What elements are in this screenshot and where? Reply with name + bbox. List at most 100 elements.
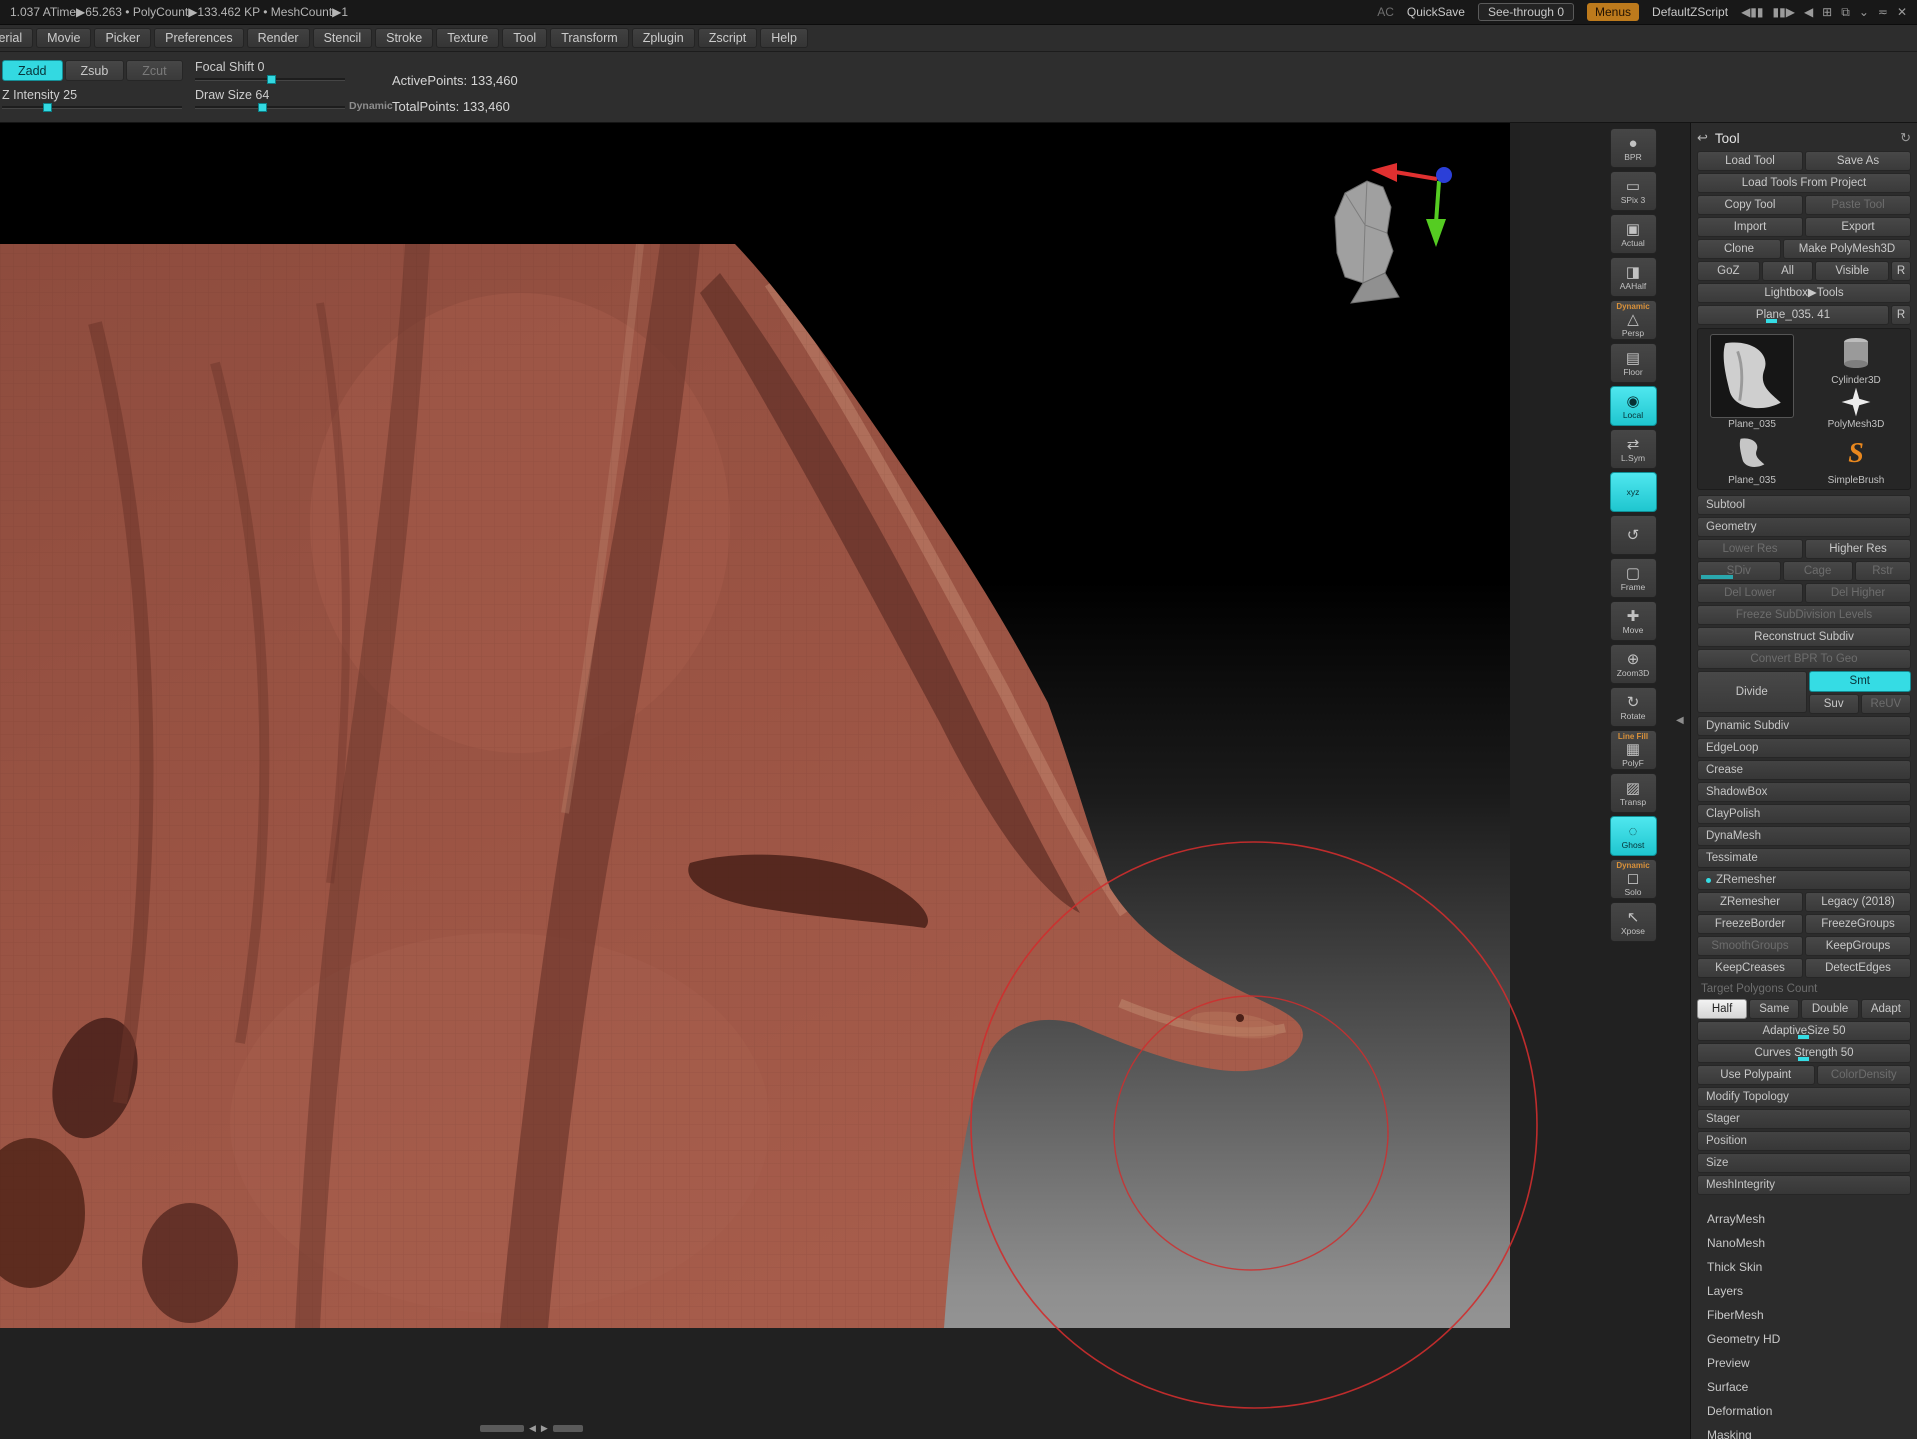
clone-button[interactable]: Clone — [1697, 239, 1781, 259]
convert-bpr-button[interactable]: Convert BPR To Geo — [1697, 649, 1911, 669]
goz-button[interactable]: GoZ — [1697, 261, 1760, 281]
active-tool-image[interactable] — [1710, 334, 1794, 418]
draw-size-slider[interactable]: Draw Size 64 — [195, 88, 345, 109]
focal-shift-track[interactable] — [195, 78, 345, 81]
sdiv-slider[interactable]: SDiv — [1697, 561, 1781, 581]
shelf-button[interactable]: Dynamic ◻ Solo — [1610, 859, 1657, 899]
export-button[interactable]: Export — [1805, 217, 1911, 237]
shelf-button[interactable]: ↖ Xpose — [1610, 902, 1657, 942]
shelf-button[interactable]: Dynamic △ Persp — [1610, 300, 1657, 340]
geometry-subsection[interactable]: Stager — [1697, 1109, 1911, 1129]
paste-tool-button[interactable]: Paste Tool — [1805, 195, 1911, 215]
menus-toggle[interactable]: Menus — [1587, 3, 1639, 21]
subtool-section[interactable]: Subtool — [1697, 495, 1911, 515]
menu-item[interactable]: Stencil — [313, 28, 373, 48]
make-polymesh3d-button[interactable]: Make PolyMesh3D — [1783, 239, 1911, 259]
geometry-subsection[interactable]: Crease — [1697, 760, 1911, 780]
load-tools-from-project-button[interactable]: Load Tools From Project — [1697, 173, 1911, 193]
shelf-button[interactable]: ↻ Rotate — [1610, 687, 1657, 727]
titlebar-icon[interactable]: ◀▮▮ — [1741, 2, 1763, 22]
panel-refresh-icon[interactable]: ↻ — [1900, 130, 1911, 146]
smoothgroups-button[interactable]: SmoothGroups — [1697, 936, 1803, 956]
geometry-subsection[interactable]: ClayPolish — [1697, 804, 1911, 824]
shelf-button[interactable]: xyz — [1610, 472, 1657, 512]
geometry-subsection[interactable]: ShadowBox — [1697, 782, 1911, 802]
geometry-subsection[interactable]: Position — [1697, 1131, 1911, 1151]
lightbox-tools-button[interactable]: Lightbox▶Tools — [1697, 283, 1911, 303]
half-toggle[interactable]: Half — [1697, 999, 1747, 1019]
default-zscript-button[interactable]: DefaultZScript — [1652, 5, 1728, 19]
same-toggle[interactable]: Same — [1749, 999, 1799, 1019]
freeze-subdivision-button[interactable]: Freeze SubDivision Levels — [1697, 605, 1911, 625]
adaptive-size-slider[interactable]: AdaptiveSize 50 — [1697, 1021, 1911, 1041]
polymesh3d-thumb[interactable]: PolyMesh3D — [1828, 386, 1885, 430]
tool-index-knob[interactable] — [1766, 319, 1777, 323]
shelf-button[interactable]: ▨ Transp — [1610, 773, 1657, 813]
palette-section[interactable]: Thick Skin — [1697, 1257, 1911, 1277]
shelf-button[interactable]: ▤ Floor — [1610, 343, 1657, 383]
shelf-button[interactable]: ● BPR — [1610, 128, 1657, 168]
palette-section[interactable]: Geometry HD — [1697, 1329, 1911, 1349]
titlebar-icon[interactable]: ≂ — [1878, 2, 1888, 22]
shelf-button[interactable]: ▢ Frame — [1610, 558, 1657, 598]
load-tool-button[interactable]: Load Tool — [1697, 151, 1803, 171]
import-button[interactable]: Import — [1697, 217, 1803, 237]
freezegroups-button[interactable]: FreezeGroups — [1805, 914, 1911, 934]
titlebar-icon[interactable]: ⊞ — [1822, 2, 1832, 22]
shelf-button[interactable]: Line Fill ▦ PolyF — [1610, 730, 1657, 770]
menu-item[interactable]: Transform — [550, 28, 629, 48]
shelf-button[interactable]: ▭ SPix 3 — [1610, 171, 1657, 211]
palette-section[interactable]: Masking — [1697, 1425, 1911, 1439]
menu-item[interactable]: Stroke — [375, 28, 433, 48]
hscroll-thumb-left[interactable] — [480, 1425, 524, 1432]
panel-collapse-handle[interactable]: ◀ — [1676, 715, 1684, 726]
gizmo-x-axis[interactable] — [1395, 172, 1437, 179]
shelf-button[interactable]: ◨ AAHalf — [1610, 257, 1657, 297]
quicksave-button[interactable]: QuickSave — [1407, 5, 1465, 19]
menu-item[interactable]: terial — [0, 28, 33, 48]
geometry-subsection[interactable]: Tessimate — [1697, 848, 1911, 868]
z-intensity-slider[interactable]: Z Intensity 25 — [2, 88, 182, 109]
hscroll-arrow-left[interactable]: ◀ — [529, 1423, 536, 1434]
palette-section[interactable]: ArrayMesh — [1697, 1209, 1911, 1229]
curves-strength-knob[interactable] — [1798, 1057, 1809, 1061]
tool-index-slider[interactable]: Plane_035. 41 — [1697, 305, 1889, 325]
goz-r-button[interactable]: R — [1891, 261, 1911, 281]
shelf-button[interactable]: ⊕ Zoom3D — [1610, 644, 1657, 684]
palette-section[interactable]: FiberMesh — [1697, 1305, 1911, 1325]
titlebar-icon[interactable]: ✕ — [1897, 2, 1907, 22]
lower-res-button[interactable]: Lower Res — [1697, 539, 1803, 559]
palette-section[interactable]: NanoMesh — [1697, 1233, 1911, 1253]
canvas-hscrollbar[interactable]: ◀ ▶ — [480, 1423, 583, 1434]
freezeborder-button[interactable]: FreezeBorder — [1697, 914, 1803, 934]
sculpt-mesh[interactable] — [0, 123, 1510, 1328]
titlebar-icon[interactable]: ◀ — [1804, 2, 1813, 22]
cylinder3d-thumb[interactable]: Cylinder3D — [1831, 334, 1880, 386]
zcut-button[interactable]: Zcut — [126, 60, 182, 81]
higher-res-button[interactable]: Higher Res — [1805, 539, 1911, 559]
colordensity-button[interactable]: ColorDensity — [1817, 1065, 1911, 1085]
shelf-button[interactable]: ↺ — [1610, 515, 1657, 555]
panel-back-icon[interactable]: ↩ — [1697, 130, 1708, 146]
palette-section[interactable]: Deformation — [1697, 1401, 1911, 1421]
menu-item[interactable]: Zscript — [698, 28, 758, 48]
curves-strength-slider[interactable]: Curves Strength 50 — [1697, 1043, 1911, 1063]
menu-item[interactable]: Render — [247, 28, 310, 48]
menu-item[interactable]: Movie — [36, 28, 91, 48]
goz-all-button[interactable]: All — [1762, 261, 1814, 281]
titlebar-icon[interactable]: ▮▮▶ — [1773, 2, 1795, 22]
geometry-subsection[interactable]: MeshIntegrity — [1697, 1175, 1911, 1195]
gizmo-y-axis[interactable] — [1436, 181, 1439, 223]
use-polypaint-toggle[interactable]: Use Polypaint — [1697, 1065, 1815, 1085]
menu-item[interactable]: Zplugin — [632, 28, 695, 48]
suv-toggle[interactable]: Suv — [1809, 694, 1859, 714]
reconstruct-subdiv-button[interactable]: Reconstruct Subdiv — [1697, 627, 1911, 647]
shelf-button[interactable]: ✚ Move — [1610, 601, 1657, 641]
geometry-subsection[interactable]: EdgeLoop — [1697, 738, 1911, 758]
smt-toggle[interactable]: Smt — [1809, 671, 1911, 692]
palette-section[interactable]: Preview — [1697, 1353, 1911, 1373]
zremesher-button[interactable]: ZRemesher — [1697, 892, 1803, 912]
draw-size-track[interactable] — [195, 106, 345, 109]
shelf-button[interactable]: ◉ Local — [1610, 386, 1657, 426]
del-higher-button[interactable]: Del Higher — [1805, 583, 1911, 603]
